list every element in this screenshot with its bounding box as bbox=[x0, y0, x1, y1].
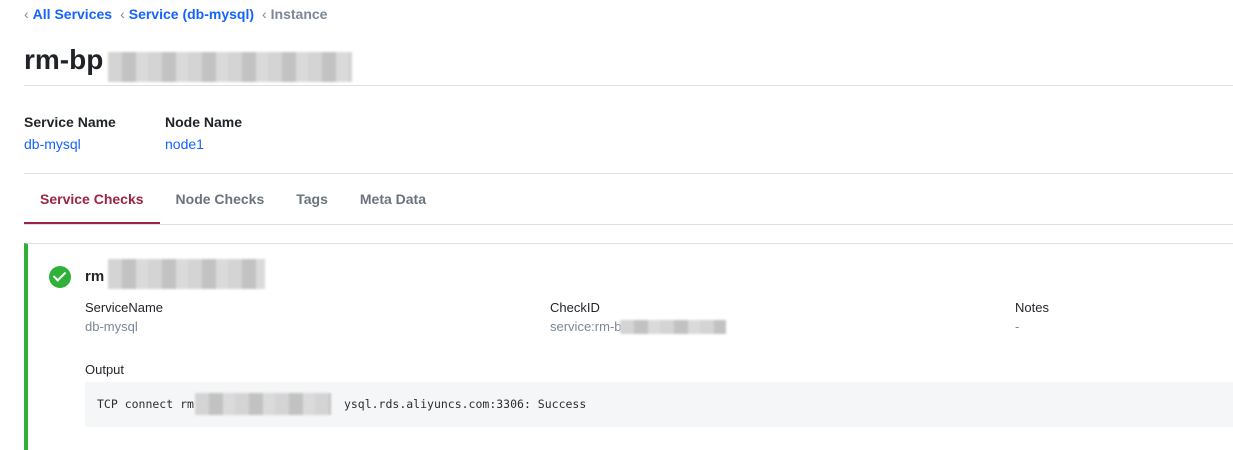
redacted-check-id bbox=[620, 320, 726, 334]
title-divider bbox=[24, 85, 1233, 86]
service-name-link[interactable]: db-mysql bbox=[24, 136, 116, 152]
breadcrumb-service[interactable]: ‹ Service (db-mysql) bbox=[120, 6, 254, 22]
check-id: CheckID service:rm-b bbox=[550, 300, 622, 334]
tab-service-checks[interactable]: Service Checks bbox=[24, 176, 160, 224]
breadcrumb-all-services[interactable]: ‹ All Services bbox=[24, 6, 112, 22]
tab-bar: Service Checks Node Checks Tags Meta Dat… bbox=[24, 176, 442, 224]
chevron-left-icon: ‹ bbox=[120, 6, 125, 22]
service-check-card: rm ServiceName db-mysql CheckID service:… bbox=[24, 243, 1233, 450]
check-notes-label: Notes bbox=[1015, 300, 1049, 315]
tabs-divider bbox=[24, 224, 1233, 225]
breadcrumb-current: ‹ Instance bbox=[262, 6, 327, 22]
check-id-value: service:rm-b bbox=[550, 319, 622, 334]
check-id-label: CheckID bbox=[550, 300, 600, 315]
node-name-meta: Node Name node1 bbox=[165, 114, 242, 152]
chevron-left-icon: ‹ bbox=[24, 6, 29, 22]
service-name-meta: Service Name db-mysql bbox=[24, 114, 116, 152]
output-suffix: ysql.rds.aliyuncs.com:3306: Success bbox=[343, 397, 587, 411]
breadcrumb-current-label: Instance bbox=[270, 6, 328, 22]
check-notes-value: - bbox=[1015, 319, 1020, 334]
check-service-name-label: ServiceName bbox=[85, 300, 164, 315]
tab-meta-data[interactable]: Meta Data bbox=[344, 176, 442, 222]
node-name-link[interactable]: node1 bbox=[165, 136, 242, 152]
meta-divider bbox=[24, 173, 1233, 174]
output-block: TCP connect rm ysql.rds.aliyuncs.com:3306… bbox=[85, 382, 1233, 427]
check-circle-icon bbox=[49, 266, 71, 288]
breadcrumb: ‹ All Services ‹ Service (db-mysql) ‹ In… bbox=[24, 6, 335, 22]
check-notes: Notes - bbox=[1015, 300, 1049, 334]
redacted-output bbox=[195, 393, 331, 415]
page-title: rm-bp bbox=[24, 44, 104, 75]
node-name-label: Node Name bbox=[165, 114, 243, 130]
output-label: Output bbox=[85, 362, 125, 377]
check-service-name-value: db-mysql bbox=[85, 319, 138, 334]
breadcrumb-link-service[interactable]: Service (db-mysql) bbox=[129, 6, 254, 22]
tab-tags[interactable]: Tags bbox=[280, 176, 344, 222]
breadcrumb-link-all-services[interactable]: All Services bbox=[33, 6, 112, 22]
check-service-name: ServiceName db-mysql bbox=[85, 300, 163, 334]
redacted-title bbox=[108, 52, 352, 82]
chevron-left-icon: ‹ bbox=[262, 6, 267, 22]
tab-node-checks[interactable]: Node Checks bbox=[160, 176, 281, 222]
redacted-check-name bbox=[108, 259, 265, 289]
service-name-label: Service Name bbox=[24, 114, 116, 130]
output-text: TCP connect rm ysql.rds.aliyuncs.com:3306… bbox=[97, 397, 586, 411]
check-name: rm bbox=[85, 268, 105, 285]
output-prefix: TCP connect rm bbox=[97, 397, 194, 411]
